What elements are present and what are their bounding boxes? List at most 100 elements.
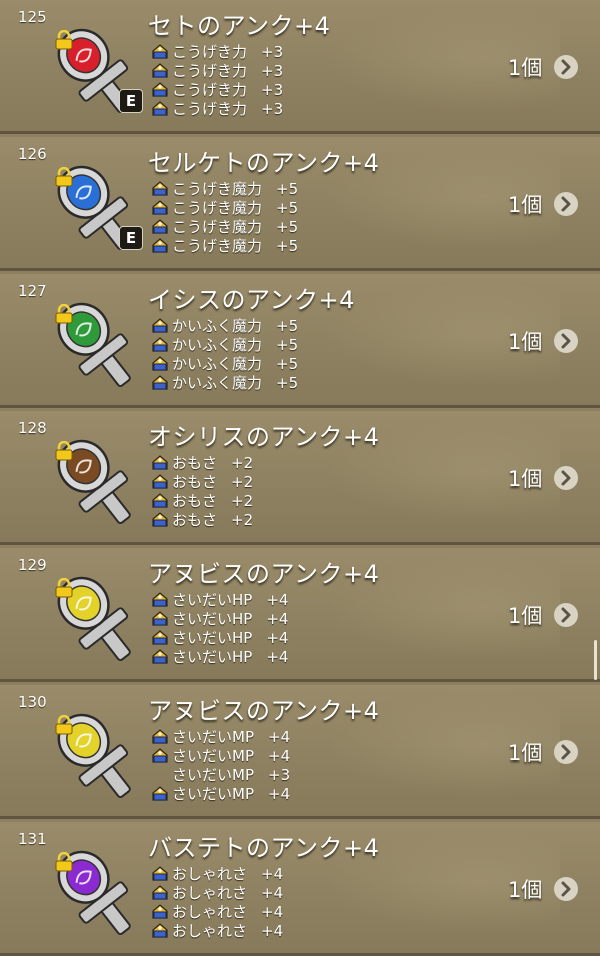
stat-line: こうげき魔力 +5 [150, 236, 298, 255]
stat-line: こうげき魔力 +5 [150, 217, 298, 236]
stat-value: +4 [268, 784, 291, 803]
item-name: セトのアンク+4 [148, 12, 331, 40]
stat-label: さいだいMP [172, 766, 254, 784]
equipped-badge: E [119, 226, 143, 250]
stat-line: さいだいMP +4 [150, 746, 290, 765]
stat-label: さいだいHP [172, 591, 253, 609]
chevron-right-icon[interactable] [554, 877, 578, 901]
item-row[interactable]: 127 イシスのアンク+4 かいふく魔力 +5 かいふく魔力 +5 かいふく魔力 +5 かいふく… [0, 274, 600, 408]
scrollbar[interactable] [594, 640, 597, 680]
stat-label: かいふく魔力 [172, 355, 263, 373]
chevron-right-icon[interactable] [554, 192, 578, 216]
slime-icon [150, 884, 170, 901]
lock-icon[interactable] [54, 29, 74, 50]
stat-line: おしゃれさ +4 [150, 864, 283, 883]
slime-icon [150, 591, 170, 608]
item-quantity: 1個 [508, 193, 543, 217]
stat-line: かいふく魔力 +5 [150, 335, 298, 354]
item-row[interactable]: 126 E セルケトのアンク+4 こうげき魔力 +5 こうげき魔力 +5 こうげき魔力 +5 こう… [0, 137, 600, 271]
stat-line: こうげき力 +3 [150, 80, 283, 99]
stat-label: おしゃれさ [172, 903, 248, 921]
stat-label: こうげき魔力 [172, 180, 263, 198]
item-name: バステトのアンク+4 [148, 834, 380, 862]
lock-icon[interactable] [54, 166, 74, 187]
stat-line: こうげき力 +3 [150, 42, 283, 61]
lock-icon[interactable] [54, 714, 74, 735]
item-row[interactable]: 130 アヌビスのアンク+4 さいだいMP +4 さいだいMP +4 さいだいMP +3 さいだ… [0, 685, 600, 819]
stat-line: こうげき魔力 +5 [150, 198, 298, 217]
stat-list: かいふく魔力 +5 かいふく魔力 +5 かいふく魔力 +5 かいふく魔力 +5 [150, 316, 298, 392]
item-quantity: 1個 [508, 330, 543, 354]
slime-icon [150, 903, 170, 920]
stat-line: おもさ +2 [150, 472, 253, 491]
chevron-right-icon[interactable] [554, 740, 578, 764]
stat-value: +2 [231, 510, 254, 529]
stat-value: +5 [276, 217, 299, 236]
item-number: 125 [18, 8, 47, 26]
stat-line: おもさ +2 [150, 491, 253, 510]
slime-icon [150, 100, 170, 117]
stat-label: こうげき力 [172, 81, 248, 99]
slime-icon [150, 492, 170, 509]
slime-icon [150, 511, 170, 528]
stat-label: おもさ [172, 473, 218, 491]
item-name: アヌビスのアンク+4 [148, 560, 380, 588]
slime-icon [150, 629, 170, 646]
stat-label: さいだいMP [172, 747, 254, 765]
chevron-right-icon[interactable] [554, 466, 578, 490]
stat-list: おもさ +2 おもさ +2 おもさ +2 おもさ +2 [150, 453, 253, 529]
stat-line: こうげき力 +3 [150, 99, 283, 118]
slime-icon [150, 81, 170, 98]
chevron-right-icon[interactable] [554, 603, 578, 627]
chevron-right-icon[interactable] [554, 329, 578, 353]
item-quantity: 1個 [508, 741, 543, 765]
stat-value: +4 [266, 628, 289, 647]
stat-value: +5 [276, 335, 299, 354]
stat-list: おしゃれさ +4 おしゃれさ +4 おしゃれさ +4 おしゃれさ +4 [150, 864, 283, 940]
item-quantity: 1個 [508, 467, 543, 491]
slime-icon [150, 648, 170, 665]
stat-value: +5 [276, 179, 299, 198]
stat-value: +4 [266, 590, 289, 609]
item-row[interactable]: 131 バステトのアンク+4 おしゃれさ +4 おしゃれさ +4 おしゃれさ +4 おしゃれさ +… [0, 822, 600, 956]
stat-value: +5 [276, 316, 299, 335]
stat-value: +5 [276, 354, 299, 373]
slime-icon [150, 43, 170, 60]
lock-icon[interactable] [54, 440, 74, 461]
stat-line: かいふく魔力 +5 [150, 354, 298, 373]
item-quantity: 1個 [508, 56, 543, 80]
stat-label: おしゃれさ [172, 884, 248, 902]
stat-label: おしゃれさ [172, 865, 248, 883]
stat-value: +5 [276, 236, 299, 255]
stat-label: こうげき力 [172, 43, 248, 61]
stat-label: こうげき魔力 [172, 218, 263, 236]
item-quantity: 1個 [508, 878, 543, 902]
stat-value: +5 [276, 198, 299, 217]
stat-label: かいふく魔力 [172, 317, 263, 335]
lock-icon[interactable] [54, 851, 74, 872]
stat-line: おもさ +2 [150, 510, 253, 529]
stat-value: +2 [231, 491, 254, 510]
stat-value: +4 [261, 864, 284, 883]
stat-label: おしゃれさ [172, 922, 248, 940]
item-row[interactable]: 125 E セトのアンク+4 こうげき力 +3 こうげき力 +3 こうげき力 +3 こうげき力 +3… [0, 0, 600, 134]
slime-icon [150, 473, 170, 490]
stat-label: さいだいMP [172, 785, 254, 803]
item-row[interactable]: 128 オシリスのアンク+4 おもさ +2 おもさ +2 おもさ +2 おもさ +2 1個 [0, 411, 600, 545]
item-row[interactable]: 129 アヌビスのアンク+4 さいだいHP +4 さいだいHP +4 さいだいHP +4 さいだ… [0, 548, 600, 682]
slime-icon [150, 374, 170, 391]
stat-value: +4 [268, 727, 291, 746]
slime-icon [150, 317, 170, 334]
item-name: オシリスのアンク+4 [148, 423, 380, 451]
stat-value: +4 [261, 883, 284, 902]
lock-icon[interactable] [54, 577, 74, 598]
stat-label: かいふく魔力 [172, 374, 263, 392]
item-name: イシスのアンク+4 [148, 286, 355, 314]
stat-label: さいだいMP [172, 728, 254, 746]
stat-list: こうげき魔力 +5 こうげき魔力 +5 こうげき魔力 +5 こうげき魔力 +5 [150, 179, 298, 255]
stat-line: さいだいMP +3 [150, 765, 290, 785]
slime-icon [150, 180, 170, 197]
lock-icon[interactable] [54, 303, 74, 324]
stat-value: +4 [266, 609, 289, 628]
chevron-right-icon[interactable] [554, 55, 578, 79]
